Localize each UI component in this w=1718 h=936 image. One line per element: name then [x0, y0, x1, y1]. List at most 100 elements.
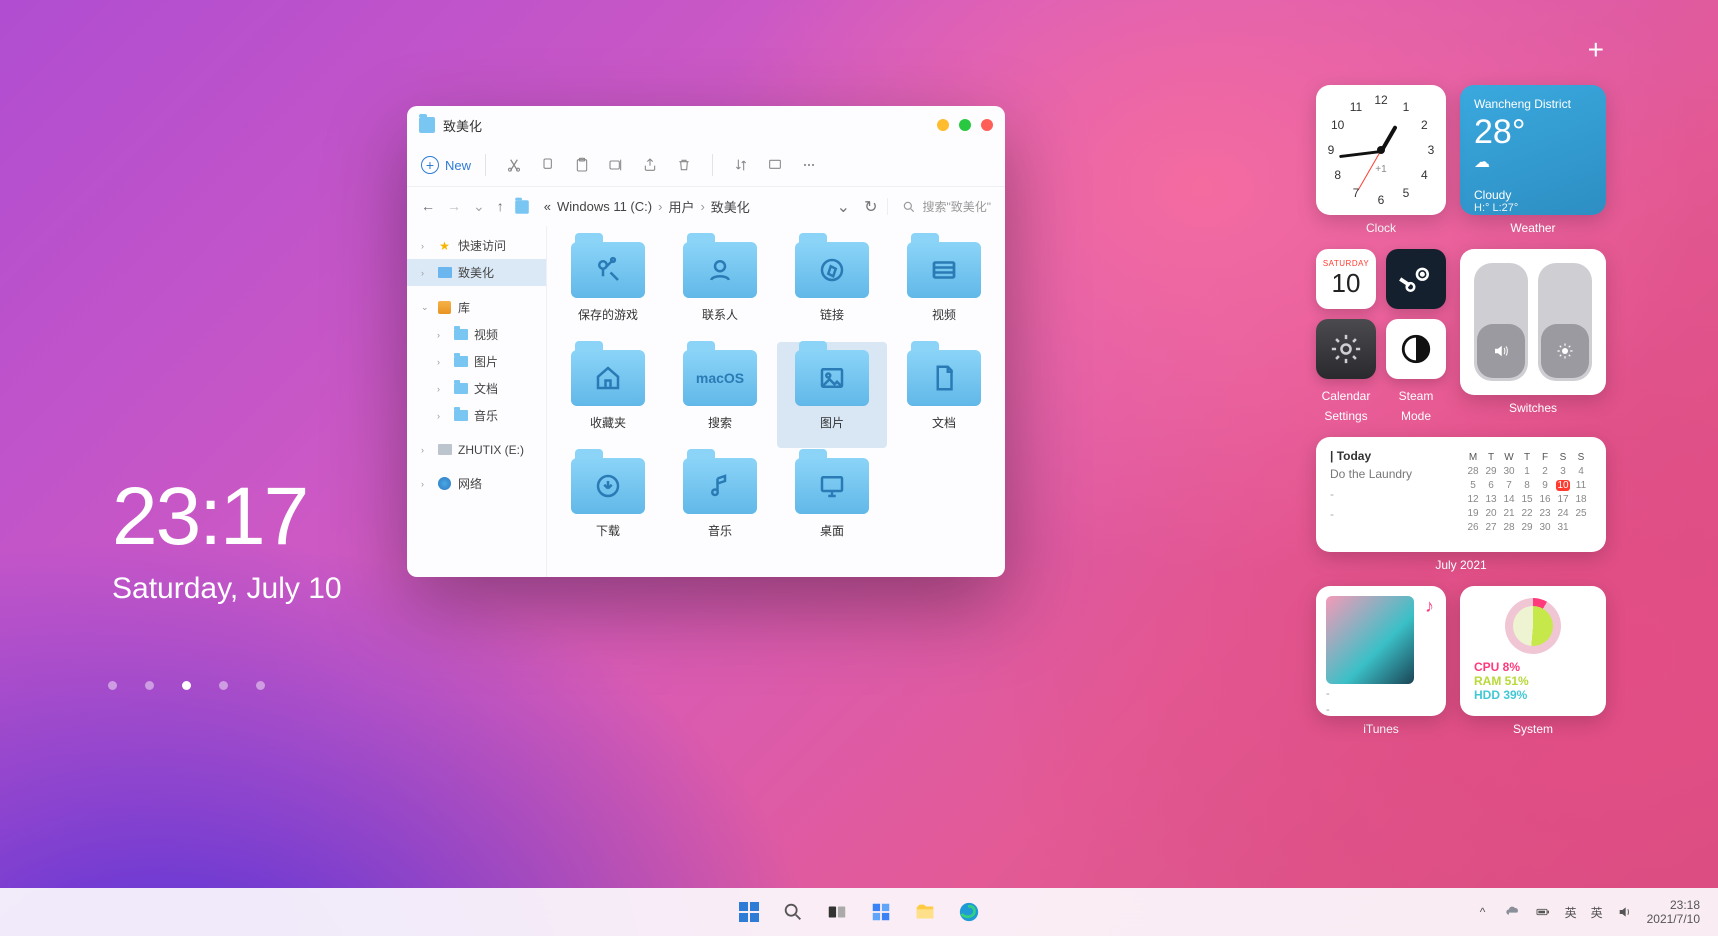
desktop-time: 23:17 — [112, 470, 342, 564]
maximize-button[interactable] — [959, 119, 971, 131]
more-button[interactable] — [795, 151, 823, 179]
folder-item[interactable]: 收藏夹 — [553, 342, 663, 448]
window-controls — [937, 119, 993, 131]
folder-icon — [515, 200, 529, 214]
folder-item[interactable]: 链接 — [777, 234, 887, 340]
folder-icon: macOS — [683, 350, 757, 406]
tray-chevron-icon[interactable]: ^ — [1475, 904, 1491, 920]
search-icon — [902, 200, 916, 214]
ime-indicator[interactable]: 英 — [1565, 904, 1577, 921]
ime-indicator-2[interactable]: 英 — [1591, 904, 1603, 921]
folder-item[interactable]: 文档 — [889, 342, 999, 448]
folder-item[interactable]: 联系人 — [665, 234, 775, 340]
folder-icon — [419, 117, 435, 133]
refresh-button[interactable]: ↻ — [864, 197, 877, 217]
battery-icon[interactable] — [1535, 904, 1551, 920]
titlebar[interactable]: 致美化 — [407, 106, 1005, 144]
folder-icon — [571, 242, 645, 298]
volume-icon — [1492, 342, 1510, 360]
files-grid: 保存的游戏联系人链接视频收藏夹macOS搜索图片文档下载音乐桌面 — [547, 226, 1005, 577]
volume-icon[interactable] — [1617, 904, 1633, 920]
folder-icon — [683, 458, 757, 514]
folder-icon — [795, 350, 869, 406]
volume-switch[interactable] — [1474, 263, 1528, 381]
folder-icon — [571, 350, 645, 406]
minimize-button[interactable] — [937, 119, 949, 131]
share-button[interactable] — [636, 151, 664, 179]
sidebar-library[interactable]: ⌄库 — [407, 294, 546, 321]
switches-widget[interactable] — [1460, 249, 1606, 395]
folder-icon — [795, 242, 869, 298]
agenda-widget[interactable]: | Today Do the Laundry - - MTWTFSS282930… — [1316, 437, 1606, 552]
folder-item[interactable]: 视频 — [889, 234, 999, 340]
nav-back-button[interactable]: ← — [421, 198, 435, 215]
taskbar-clock[interactable]: 23:18 2021/7/10 — [1647, 898, 1700, 927]
add-widget-button[interactable]: + — [1588, 34, 1604, 66]
itunes-widget[interactable]: ♪ - - — [1316, 586, 1446, 716]
system-tray: ^ 英 英 23:18 2021/7/10 — [1475, 898, 1718, 927]
nav-recent-button[interactable]: ⌄ — [473, 198, 485, 215]
breadcrumb[interactable]: « Windows 11 (C:)› 用户› 致美化 — [514, 197, 827, 216]
clock-widget[interactable]: +1 123456789101112 — [1316, 85, 1446, 215]
sidebar-lib-video[interactable]: ›视频 — [407, 321, 546, 348]
folder-item[interactable]: 保存的游戏 — [553, 234, 663, 340]
weather-widget[interactable]: Wancheng District 28° ☁ Cloudy H:° L:27° — [1460, 85, 1606, 215]
onedrive-icon[interactable] — [1505, 904, 1521, 920]
folder-item[interactable]: 桌面 — [777, 450, 887, 556]
nav-forward-button[interactable]: → — [447, 198, 461, 215]
close-button[interactable] — [981, 119, 993, 131]
folder-item[interactable]: 音乐 — [665, 450, 775, 556]
search-button[interactable] — [775, 894, 811, 930]
breadcrumb-dropdown-icon[interactable]: ⌄ — [837, 197, 850, 217]
copy-button[interactable] — [534, 151, 562, 179]
folder-icon — [571, 458, 645, 514]
paste-button[interactable] — [568, 151, 596, 179]
rename-button[interactable] — [602, 151, 630, 179]
contrast-icon — [1399, 332, 1433, 366]
sidebar-lib-music[interactable]: ›音乐 — [407, 402, 546, 429]
mode-widget[interactable] — [1386, 319, 1446, 379]
album-art — [1326, 596, 1414, 684]
taskview-button[interactable] — [819, 894, 855, 930]
plus-icon: + — [421, 156, 439, 174]
sidebar: ›★快速访问 ›致美化 ⌄库 ›视频 ›图片 ›文档 ›音乐 ›ZHUTIX (… — [407, 226, 547, 577]
sidebar-pinned-folder[interactable]: ›致美化 — [407, 259, 546, 286]
sidebar-lib-pictures[interactable]: ›图片 — [407, 348, 546, 375]
taskbar: ^ 英 英 23:18 2021/7/10 — [0, 888, 1718, 936]
search-input[interactable]: 搜索"致美化" — [887, 198, 991, 215]
delete-button[interactable] — [670, 151, 698, 179]
folder-icon — [907, 350, 981, 406]
mini-calendar: MTWTFSS282930123456789101112131415161718… — [1462, 449, 1592, 536]
system-widget[interactable]: CPU 8% RAM 51% HDD 39% — [1460, 586, 1606, 716]
page-indicator[interactable] — [108, 681, 265, 690]
brightness-switch[interactable] — [1538, 263, 1592, 381]
settings-widget[interactable] — [1316, 319, 1376, 379]
folder-item[interactable]: 图片 — [777, 342, 887, 448]
folder-icon — [683, 242, 757, 298]
sort-button[interactable] — [727, 151, 755, 179]
folder-icon — [907, 242, 981, 298]
nav-up-button[interactable]: ↑ — [497, 198, 504, 215]
new-button[interactable]: + New — [421, 156, 471, 174]
desktop-clock-widget: 23:17 Saturday, July 10 — [112, 470, 342, 606]
sidebar-network[interactable]: ›网络 — [407, 470, 546, 497]
system-ring-icon — [1505, 598, 1561, 654]
steam-widget[interactable] — [1386, 249, 1446, 309]
start-button[interactable] — [731, 894, 767, 930]
desktop-date: Saturday, July 10 — [112, 572, 342, 606]
steam-icon — [1397, 260, 1435, 298]
sidebar-drive[interactable]: ›ZHUTIX (E:) — [407, 437, 546, 462]
sidebar-quick-access[interactable]: ›★快速访问 — [407, 232, 546, 259]
folder-icon — [795, 458, 869, 514]
toolbar: + New — [407, 144, 1005, 186]
view-button[interactable] — [761, 151, 789, 179]
cut-button[interactable] — [500, 151, 528, 179]
folder-item[interactable]: macOS搜索 — [665, 342, 775, 448]
explorer-button[interactable] — [907, 894, 943, 930]
widgets-button[interactable] — [863, 894, 899, 930]
calendar-widget[interactable]: SATURDAY 10 — [1316, 249, 1376, 309]
edge-button[interactable] — [951, 894, 987, 930]
gear-icon — [1329, 332, 1363, 366]
sidebar-lib-documents[interactable]: ›文档 — [407, 375, 546, 402]
folder-item[interactable]: 下载 — [553, 450, 663, 556]
